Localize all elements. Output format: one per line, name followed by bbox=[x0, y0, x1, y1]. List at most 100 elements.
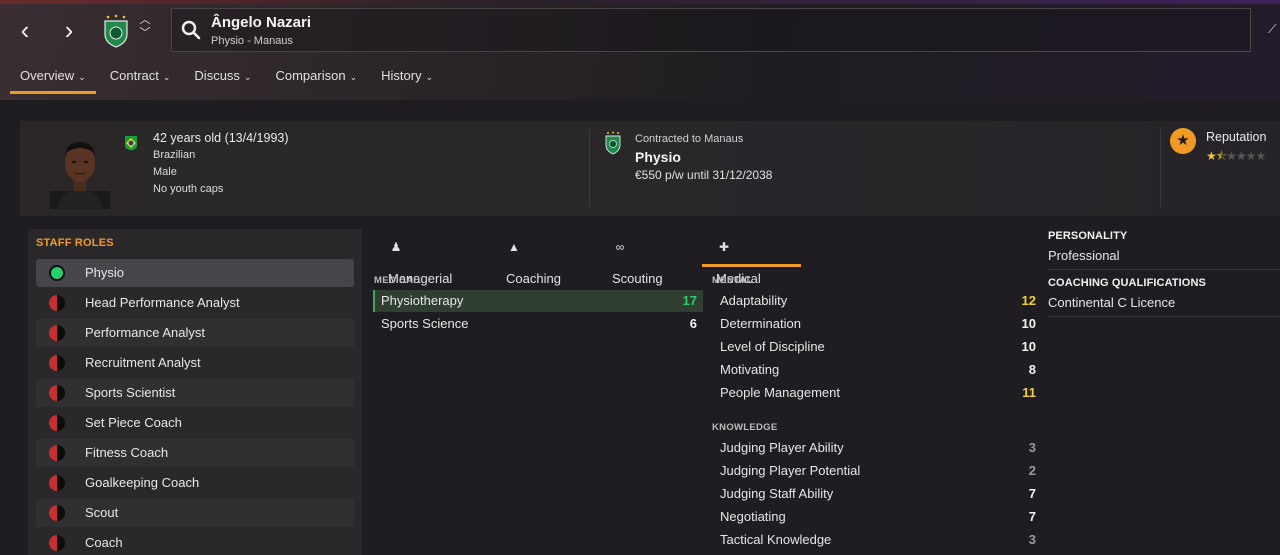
role-suitability-indicator bbox=[49, 355, 65, 371]
attribute-name: Judging Player Potential bbox=[720, 463, 861, 478]
attribute-row[interactable]: Judging Player Ability 3 bbox=[712, 437, 1042, 459]
attribute-name: Judging Staff Ability bbox=[720, 486, 834, 501]
star-icon: ★ bbox=[1235, 149, 1247, 163]
attribute-value: 11 bbox=[1022, 385, 1036, 400]
role-set-piece-coach[interactable]: Set Piece Coach bbox=[36, 409, 354, 437]
attribute-name: People Management bbox=[720, 385, 840, 400]
binoculars-icon: ∞ bbox=[615, 240, 625, 254]
role-label: Goalkeeping Coach bbox=[85, 475, 200, 490]
contract-club[interactable]: Contracted to Manaus bbox=[635, 130, 772, 148]
role-suitability-indicator bbox=[49, 385, 65, 401]
expand-icon[interactable]: ⟋ bbox=[1268, 22, 1276, 37]
role-head-performance-analyst[interactable]: Head Performance Analyst bbox=[36, 289, 354, 317]
attribute-row[interactable]: Determination 10 bbox=[712, 313, 1042, 335]
cone-icon: ▲ bbox=[508, 240, 520, 254]
attribute-row[interactable]: Sports Science 6 bbox=[373, 313, 703, 335]
star-icon: ★ bbox=[1226, 149, 1237, 163]
attribute-row[interactable]: Adaptability 12 bbox=[712, 290, 1042, 312]
star-icon: ★ bbox=[1245, 149, 1257, 163]
attribute-value: 7 bbox=[1028, 509, 1036, 524]
attribute-value: 6 bbox=[689, 316, 697, 331]
reputation-stars: ★⯪★★★★ bbox=[1206, 147, 1266, 168]
attribute-row[interactable]: People Management 11 bbox=[712, 382, 1042, 404]
forward-arrow-icon[interactable]: › bbox=[54, 14, 84, 46]
role-label: Scout bbox=[85, 505, 119, 520]
reputation-label: Reputation bbox=[1206, 130, 1267, 144]
staff-search-bar[interactable]: Ângelo Nazari Physio - Manaus bbox=[171, 8, 1251, 52]
back-arrow-icon[interactable]: ‹ bbox=[10, 14, 40, 46]
chevron-down-icon: ⌄ bbox=[78, 72, 86, 82]
personality-title: PERSONALITY bbox=[1048, 230, 1128, 242]
role-fitness-coach[interactable]: Fitness Coach bbox=[36, 439, 354, 467]
role-label: Physio bbox=[85, 265, 125, 280]
role-label: Fitness Coach bbox=[85, 445, 169, 460]
role-scout[interactable]: Scout bbox=[36, 499, 354, 527]
role-suitability-indicator bbox=[49, 475, 65, 491]
staff-info-panel: 42 years old (13/4/1993) Brazilian Male … bbox=[20, 121, 1280, 216]
staff-roles-panel: STAFF ROLES Physio Head Performance Anal… bbox=[28, 229, 362, 555]
role-coach[interactable]: Coach bbox=[36, 529, 354, 555]
reputation-star-icon: ★ bbox=[1170, 128, 1196, 154]
tab-scouting[interactable]: ∞ Scouting bbox=[612, 231, 663, 286]
tab-comparison[interactable]: Comparison ⌄ bbox=[265, 62, 367, 94]
attribute-value: 17 bbox=[682, 293, 697, 308]
attribute-value: 3 bbox=[1028, 532, 1036, 547]
role-suitability-indicator bbox=[49, 445, 65, 461]
attribute-name: Determination bbox=[720, 316, 801, 331]
tab-history[interactable]: History ⌄ bbox=[371, 62, 443, 94]
attribute-value: 7 bbox=[1028, 486, 1036, 501]
up-down-switch-icon[interactable]: ︿ ﹀ bbox=[138, 14, 152, 44]
role-suitability-indicator bbox=[49, 295, 65, 311]
attribute-row[interactable]: Tactical Knowledge 3 bbox=[712, 529, 1042, 551]
attribute-name: Physiotherapy bbox=[381, 293, 464, 308]
role-goalkeeping-coach[interactable]: Goalkeeping Coach bbox=[36, 469, 354, 497]
staff-name: Ângelo Nazari bbox=[211, 14, 312, 31]
attribute-row[interactable]: Motivating 8 bbox=[712, 359, 1042, 381]
contract-details: Contracted to Manaus Physio €550 p/w unt… bbox=[635, 130, 772, 184]
attribute-value: 2 bbox=[1028, 463, 1036, 478]
tab-discuss[interactable]: Discuss ⌄ bbox=[184, 62, 261, 94]
section-label-medical: MEDICAL bbox=[374, 275, 420, 286]
tab-contract[interactable]: Contract ⌄ bbox=[100, 62, 181, 94]
attribute-value: 12 bbox=[1021, 293, 1036, 308]
role-recruitment-analyst[interactable]: Recruitment Analyst bbox=[36, 349, 354, 377]
club-badge-icon bbox=[605, 131, 621, 155]
attribute-value: 3 bbox=[1028, 440, 1036, 455]
attribute-name: Adaptability bbox=[720, 293, 788, 308]
tab-label: History bbox=[381, 68, 422, 83]
attribute-row[interactable]: Level of Discipline 10 bbox=[712, 336, 1042, 358]
gender: Male bbox=[153, 166, 177, 178]
role-physio[interactable]: Physio bbox=[36, 259, 354, 287]
role-label: Recruitment Analyst bbox=[85, 355, 201, 370]
role-sports-scientist[interactable]: Sports Scientist bbox=[36, 379, 354, 407]
nationality[interactable]: Brazilian bbox=[153, 147, 289, 164]
attribute-row[interactable]: Physiotherapy 17 bbox=[373, 290, 703, 312]
personal-details: 42 years old (13/4/1993) Brazilian Male … bbox=[153, 130, 289, 198]
divider bbox=[1048, 316, 1280, 317]
chevron-down-icon: ⌄ bbox=[425, 72, 434, 82]
section-label-mental: MENTAL bbox=[712, 275, 753, 286]
tab-label: Contract bbox=[109, 68, 159, 83]
chevron-down-icon: ⌄ bbox=[349, 72, 358, 82]
qualifications-value: Continental C Licence bbox=[1048, 295, 1176, 310]
tab-medical[interactable]: ✚Medical bbox=[702, 231, 801, 286]
contract-role: Physio bbox=[635, 149, 681, 165]
attribute-name: Judging Player Ability bbox=[720, 440, 844, 455]
divider bbox=[1048, 269, 1280, 270]
staff-subtitle: Physio - Manaus bbox=[211, 35, 293, 47]
tab-label: Scouting bbox=[612, 271, 663, 286]
attribute-row[interactable]: Judging Staff Ability 7 bbox=[712, 483, 1042, 505]
top-bar: ‹ › ︿ ﹀ Ângelo Nazari Physio - Manaus ⟋ O… bbox=[0, 0, 1280, 100]
star-icon: ★ bbox=[1206, 149, 1217, 163]
attribute-row[interactable]: Judging Player Potential 2 bbox=[712, 460, 1042, 482]
search-icon bbox=[181, 20, 201, 40]
attribute-row[interactable]: Negotiating 7 bbox=[712, 506, 1042, 528]
tab-coaching[interactable]: ▲ Coaching bbox=[506, 231, 561, 286]
attribute-value: 8 bbox=[1028, 362, 1036, 377]
role-performance-analyst[interactable]: Performance Analyst bbox=[36, 319, 354, 347]
tab-managerial[interactable]: ♟Managerial bbox=[388, 231, 452, 286]
tab-overview[interactable]: Overview ⌄ bbox=[10, 62, 96, 94]
role-label: Coach bbox=[85, 535, 123, 550]
star-icon: ⯪ bbox=[1215, 149, 1227, 163]
attribute-name: Motivating bbox=[720, 362, 780, 377]
